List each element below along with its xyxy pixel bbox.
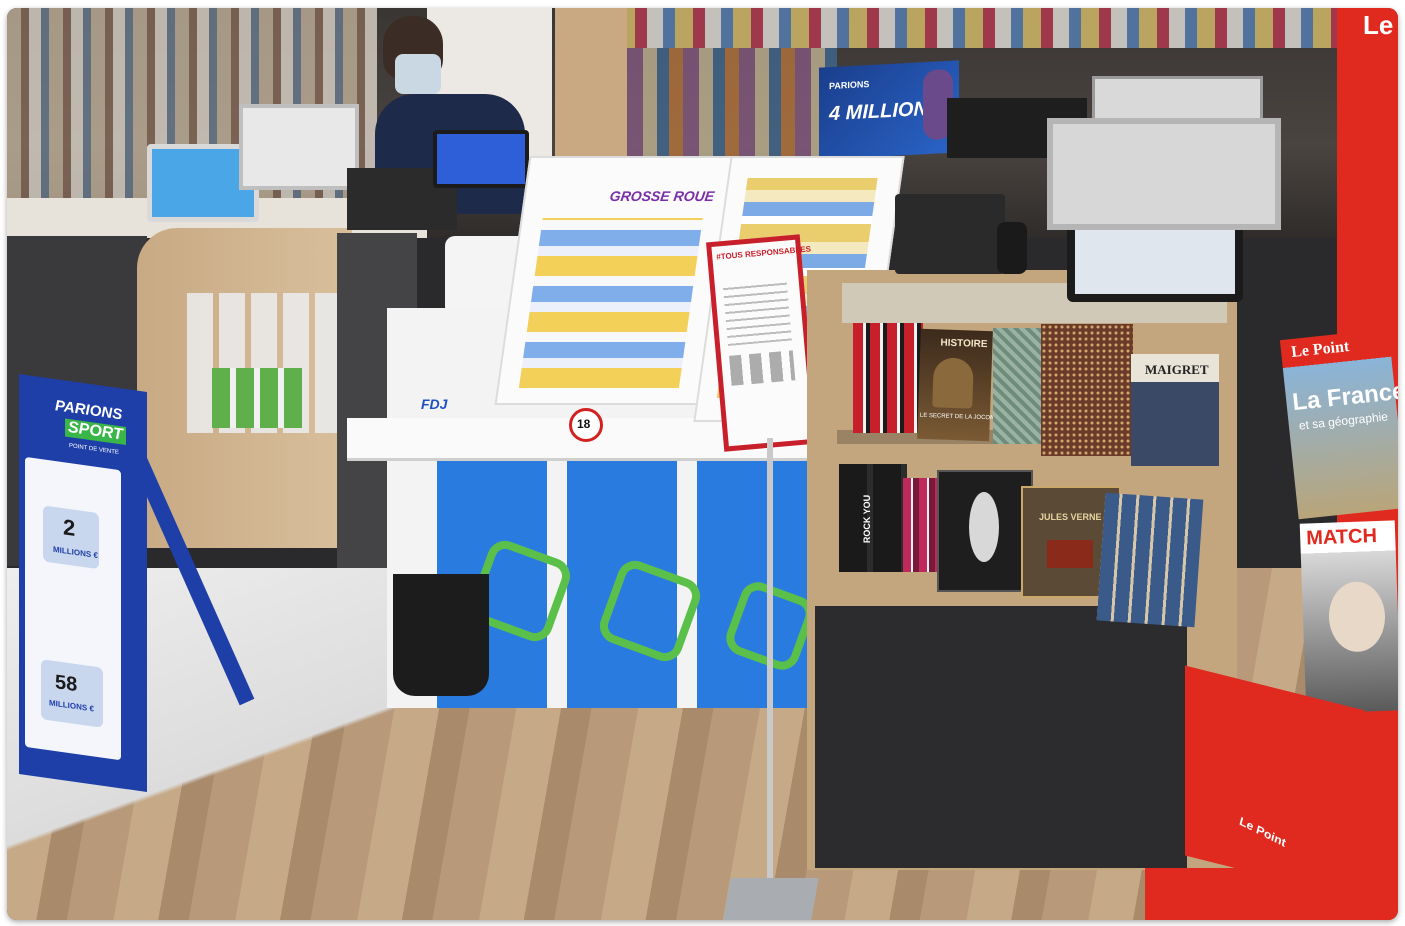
book-histoire-title: HISTOIRE <box>940 337 988 351</box>
sign-amount-top: 2 <box>63 514 76 541</box>
waste-bin <box>393 574 489 696</box>
bookshelf-lower-cabinet <box>815 606 1187 868</box>
paris-match-magazine: MATCH <box>1299 520 1398 714</box>
back-shelf-products-mid <box>627 48 837 158</box>
wood-pillar <box>555 8 627 158</box>
rack-tray-label: Le Point <box>1238 814 1288 850</box>
book-spines-pink <box>903 478 939 572</box>
gift-cards-green <box>212 368 302 428</box>
age-badge-text: 18 <box>577 417 591 431</box>
book-maigret-title: MAIGRET <box>1145 362 1209 377</box>
fdj-logo: FDJ <box>421 396 448 412</box>
cashier-monitor-right <box>1047 118 1281 230</box>
parions-poster: PARIONS 4 MILLIONS <box>819 60 959 160</box>
responsible-sign: #TOUS RESPONSABLES <box>706 234 818 452</box>
book-dance-photo <box>937 470 1033 592</box>
responsible-sign-title: #TOUS RESPONSABLES <box>715 244 812 262</box>
sign-base <box>723 878 819 920</box>
sign-sub: POINT DE VENTE <box>69 443 119 457</box>
le-point-magazine: Le Point La France et sa géographie <box>1279 328 1398 520</box>
match-masthead: MATCH <box>1305 525 1378 550</box>
sign-amount-bottom: 58 <box>55 671 78 697</box>
book-spines-blue <box>1096 492 1204 628</box>
back-shelf-products-top <box>617 8 1398 48</box>
fdj-display <box>433 130 529 188</box>
book-green-pattern <box>993 328 1041 444</box>
le-point-masthead: Le Point <box>1290 338 1351 362</box>
photo-frame: PARIONS 4 MILLIONS FDJ 18 GROSSE ROUE #T… <box>7 8 1398 920</box>
age-badge: 18 <box>569 408 603 442</box>
book-maigret: MAIGRET <box>1131 354 1219 466</box>
poster-brand: PARIONS <box>829 79 870 92</box>
cashier-monitor <box>239 104 359 190</box>
book-histoire: HISTOIRE LE SECRET DE LA JOCONDE <box>917 328 1003 442</box>
sign-pole <box>767 438 773 898</box>
sign-white-panel: 2 MILLIONS € 58 MILLIONS € <box>25 456 121 761</box>
epson-printer <box>895 194 1005 274</box>
magazine-rack-floor-base <box>1145 868 1398 920</box>
parions-sport-sign: PARIONS SPORT POINT DE VENTE 2 MILLIONS … <box>19 374 147 792</box>
rack-top-masthead: Le <box>1363 10 1394 40</box>
book-rock-you-title: ROCK YOU <box>862 494 873 544</box>
book-spines-red <box>853 323 923 433</box>
book-jules-verne-title: JULES VERNE <box>1039 512 1102 522</box>
book-dotted-brown <box>1041 324 1133 456</box>
book-rock-you: ROCK YOU <box>839 464 907 572</box>
scratch-title: GROSSE ROUE <box>608 188 716 204</box>
barcode-scanner <box>997 222 1027 274</box>
